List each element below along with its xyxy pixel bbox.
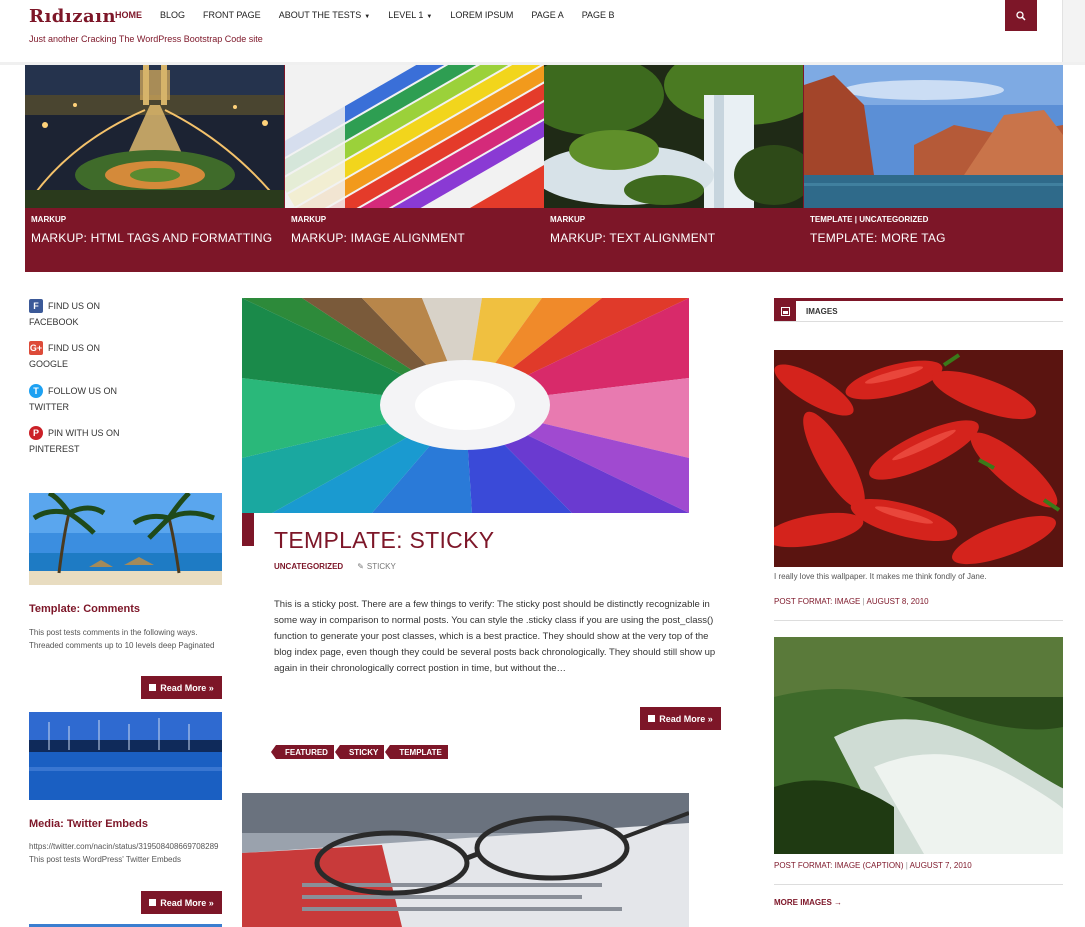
nav-item-lorem-ipsum[interactable]: Lorem Ipsum	[450, 10, 513, 20]
post-thumbnail[interactable]	[29, 493, 222, 585]
post-title[interactable]: Template: Comments	[29, 603, 140, 615]
image-icon	[774, 301, 796, 321]
featured-post[interactable]: Markup Markup: HTML Tags and Formatting	[25, 65, 284, 272]
post-title[interactable]: Media: Twitter Embeds	[29, 818, 148, 830]
site-header: Rıdızaın Just another Cracking The WordP…	[0, 0, 1062, 62]
images-widget-header: Images	[774, 298, 1063, 322]
post-title[interactable]: Template: Sticky	[274, 527, 494, 554]
image-post-meta: Post Format: Image (Caption) | August 7,…	[774, 861, 972, 870]
post-excerpt: This is a sticky post. There are a few t…	[274, 599, 716, 674]
site-tagline: Just another Cracking The WordPress Boot…	[29, 34, 263, 44]
featured-category[interactable]: Markup	[291, 215, 326, 224]
nav-item-page-b[interactable]: Page B	[582, 10, 615, 20]
nav-item-blog[interactable]: Blog	[160, 10, 185, 20]
nav-item-about-the-tests[interactable]: About The Tests ▼	[279, 10, 370, 20]
widget-divider	[774, 884, 1063, 885]
featured-title[interactable]: Markup: Text Alignment	[550, 231, 715, 245]
book-icon	[149, 684, 157, 691]
widget-image[interactable]	[774, 350, 1063, 567]
featured-post[interactable]: Template | Uncategorized Template: More …	[804, 65, 1063, 272]
twitter-icon: t	[29, 384, 43, 398]
nav-item-home[interactable]: Home	[115, 10, 142, 20]
post-excerpt: https://twitter.com/nacin/status/3195084…	[29, 842, 219, 864]
post-category-link[interactable]: Uncategorized	[274, 562, 343, 571]
post-accent-bar	[242, 513, 254, 546]
widget-title: Images	[806, 307, 838, 316]
featured-category[interactable]: Template | Uncategorized	[810, 215, 928, 224]
post-meta: Uncategorized ✎ Sticky	[274, 562, 396, 571]
chevron-down-icon: ▼	[364, 14, 371, 20]
image-post-meta: Post Format: Image | August 8, 2010	[774, 597, 929, 606]
nav-item-level-1[interactable]: Level 1 ▼	[388, 10, 432, 20]
featured-post[interactable]: Markup Markup: Image Alignment	[285, 65, 544, 272]
pinterest-icon: p	[29, 426, 43, 440]
site-logo[interactable]: Rıdızaın	[29, 6, 116, 27]
nav-item-front-page[interactable]: Front Page	[203, 10, 261, 20]
search-icon	[1016, 10, 1026, 21]
tag-template[interactable]: Template	[385, 745, 448, 759]
scrollbar[interactable]	[1062, 0, 1085, 62]
more-images-link[interactable]: More Images →	[774, 898, 842, 907]
post-date-link[interactable]: August 8, 2010	[866, 597, 928, 606]
pin-icon: ✎	[357, 562, 364, 571]
featured-title[interactable]: Template: More Tag	[810, 231, 946, 245]
post-featured-image[interactable]	[242, 793, 689, 927]
social-google-link[interactable]: g+ Find us on Google	[29, 341, 100, 369]
tag-featured[interactable]: Featured	[271, 745, 334, 759]
read-more-button[interactable]: Read More »	[640, 707, 721, 730]
post-date-link[interactable]: August 7, 2010	[910, 861, 972, 870]
featured-slider: Markup Markup: HTML Tags and Formatting	[25, 65, 1063, 272]
read-more-button[interactable]: Read More »	[141, 891, 222, 914]
google-plus-icon: g+	[29, 341, 43, 355]
widget-image[interactable]	[774, 637, 1063, 854]
featured-title[interactable]: Markup: Image Alignment	[291, 231, 465, 245]
featured-category[interactable]: Markup	[550, 215, 585, 224]
featured-title[interactable]: Markup: HTML Tags and Formatting	[31, 231, 272, 245]
social-twitter-link[interactable]: t Follow us on Twitter	[29, 384, 117, 412]
facebook-icon: f	[29, 299, 43, 313]
featured-category[interactable]: Markup	[31, 215, 66, 224]
featured-image[interactable]	[804, 65, 1063, 208]
book-icon	[149, 899, 157, 906]
post-featured-image[interactable]	[242, 298, 689, 513]
sticky-label: Sticky	[366, 562, 396, 571]
tag-sticky[interactable]: Sticky	[334, 745, 385, 759]
chevron-down-icon: ▼	[426, 14, 433, 20]
post-excerpt: This post tests comments in the followin…	[29, 628, 215, 650]
social-facebook-link[interactable]: f Find us on Facebook	[29, 299, 100, 327]
search-button[interactable]	[1005, 0, 1037, 31]
social-pinterest-link[interactable]: p Pin with us on Pinterest	[29, 426, 120, 454]
post-format-link[interactable]: Post Format: Image (Caption)	[774, 861, 904, 870]
image-caption: I really love this wallpaper. It makes m…	[774, 572, 987, 581]
featured-image[interactable]	[544, 65, 803, 208]
post-thumbnail[interactable]	[29, 712, 222, 800]
featured-image[interactable]	[285, 65, 544, 208]
post-format-link[interactable]: Post Format: Image	[774, 597, 860, 606]
book-icon	[648, 715, 656, 722]
read-more-button[interactable]: Read More »	[141, 676, 222, 699]
nav-item-page-a[interactable]: Page A	[531, 10, 563, 20]
main-nav: Home Blog Front Page About The Tests ▼ Le…	[115, 10, 633, 20]
post-tags: Featured Sticky Template	[271, 745, 454, 759]
featured-image[interactable]	[25, 65, 284, 208]
featured-post[interactable]: Markup Markup: Text Alignment	[544, 65, 803, 272]
widget-divider	[774, 620, 1063, 621]
